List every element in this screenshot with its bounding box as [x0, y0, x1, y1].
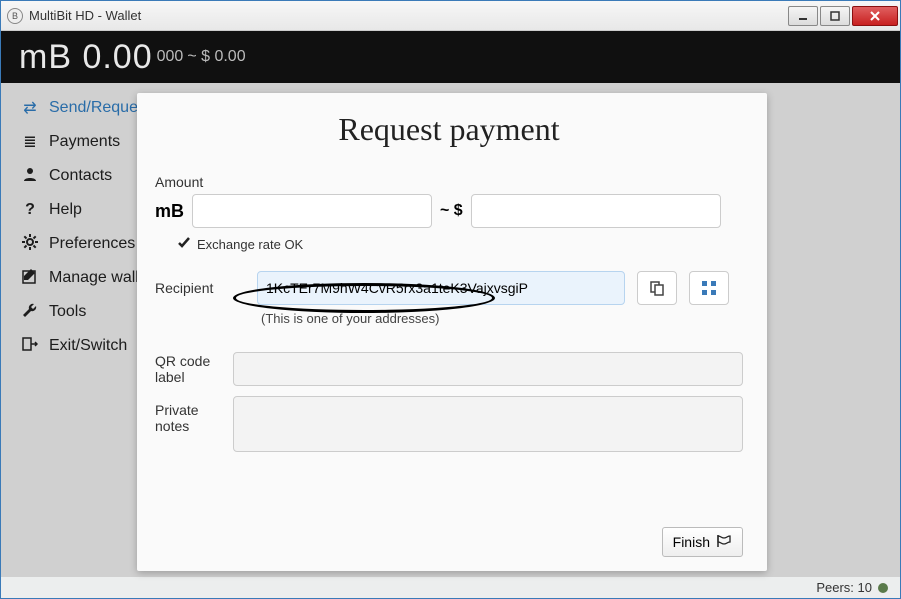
window-titlebar: B MultiBit HD - Wallet: [1, 1, 900, 31]
recipient-input[interactable]: [257, 271, 625, 305]
amount-unit: mB: [155, 201, 184, 222]
balance-minor: 000: [157, 48, 184, 66]
request-payment-dialog: Request payment Amount mB ~ $ Exchange r…: [137, 93, 767, 571]
private-notes-label: Private notes: [155, 396, 233, 434]
qr-icon: [701, 280, 717, 296]
maximize-button[interactable]: [820, 6, 850, 26]
app-icon: B: [7, 8, 23, 24]
finish-button[interactable]: Finish: [662, 527, 743, 557]
amount-btc-input[interactable]: [192, 194, 432, 228]
flag-icon: [716, 534, 732, 551]
check-icon: [177, 236, 191, 253]
recipient-label: Recipient: [155, 280, 245, 296]
connection-status-icon: [878, 583, 888, 593]
amount-label: Amount: [155, 174, 245, 190]
window-title: MultiBit HD - Wallet: [29, 8, 141, 23]
peers-count: Peers: 10: [816, 580, 872, 595]
balance-bar: mB 0.00 000 ~ $ 0.00: [1, 31, 900, 83]
amount-fiat-input[interactable]: [471, 194, 721, 228]
balance-fiat: ~ $ 0.00: [187, 48, 245, 66]
private-notes-input[interactable]: [233, 396, 743, 452]
finish-button-label: Finish: [673, 534, 710, 550]
exchange-rate-status: Exchange rate OK: [197, 237, 303, 252]
minimize-button[interactable]: [788, 6, 818, 26]
copy-button[interactable]: [637, 271, 677, 305]
recipient-note: (This is one of your addresses): [261, 311, 743, 326]
qr-code-label-label: QR code label: [155, 353, 233, 385]
status-bar: Peers: 10: [1, 576, 900, 598]
tilde-label: ~ $: [440, 202, 463, 220]
copy-icon: [649, 280, 665, 296]
qr-code-label-input[interactable]: [233, 352, 743, 386]
qr-button[interactable]: [689, 271, 729, 305]
close-button[interactable]: [852, 6, 898, 26]
balance-main: mB 0.00: [19, 38, 153, 77]
dialog-title: Request payment: [155, 111, 743, 148]
